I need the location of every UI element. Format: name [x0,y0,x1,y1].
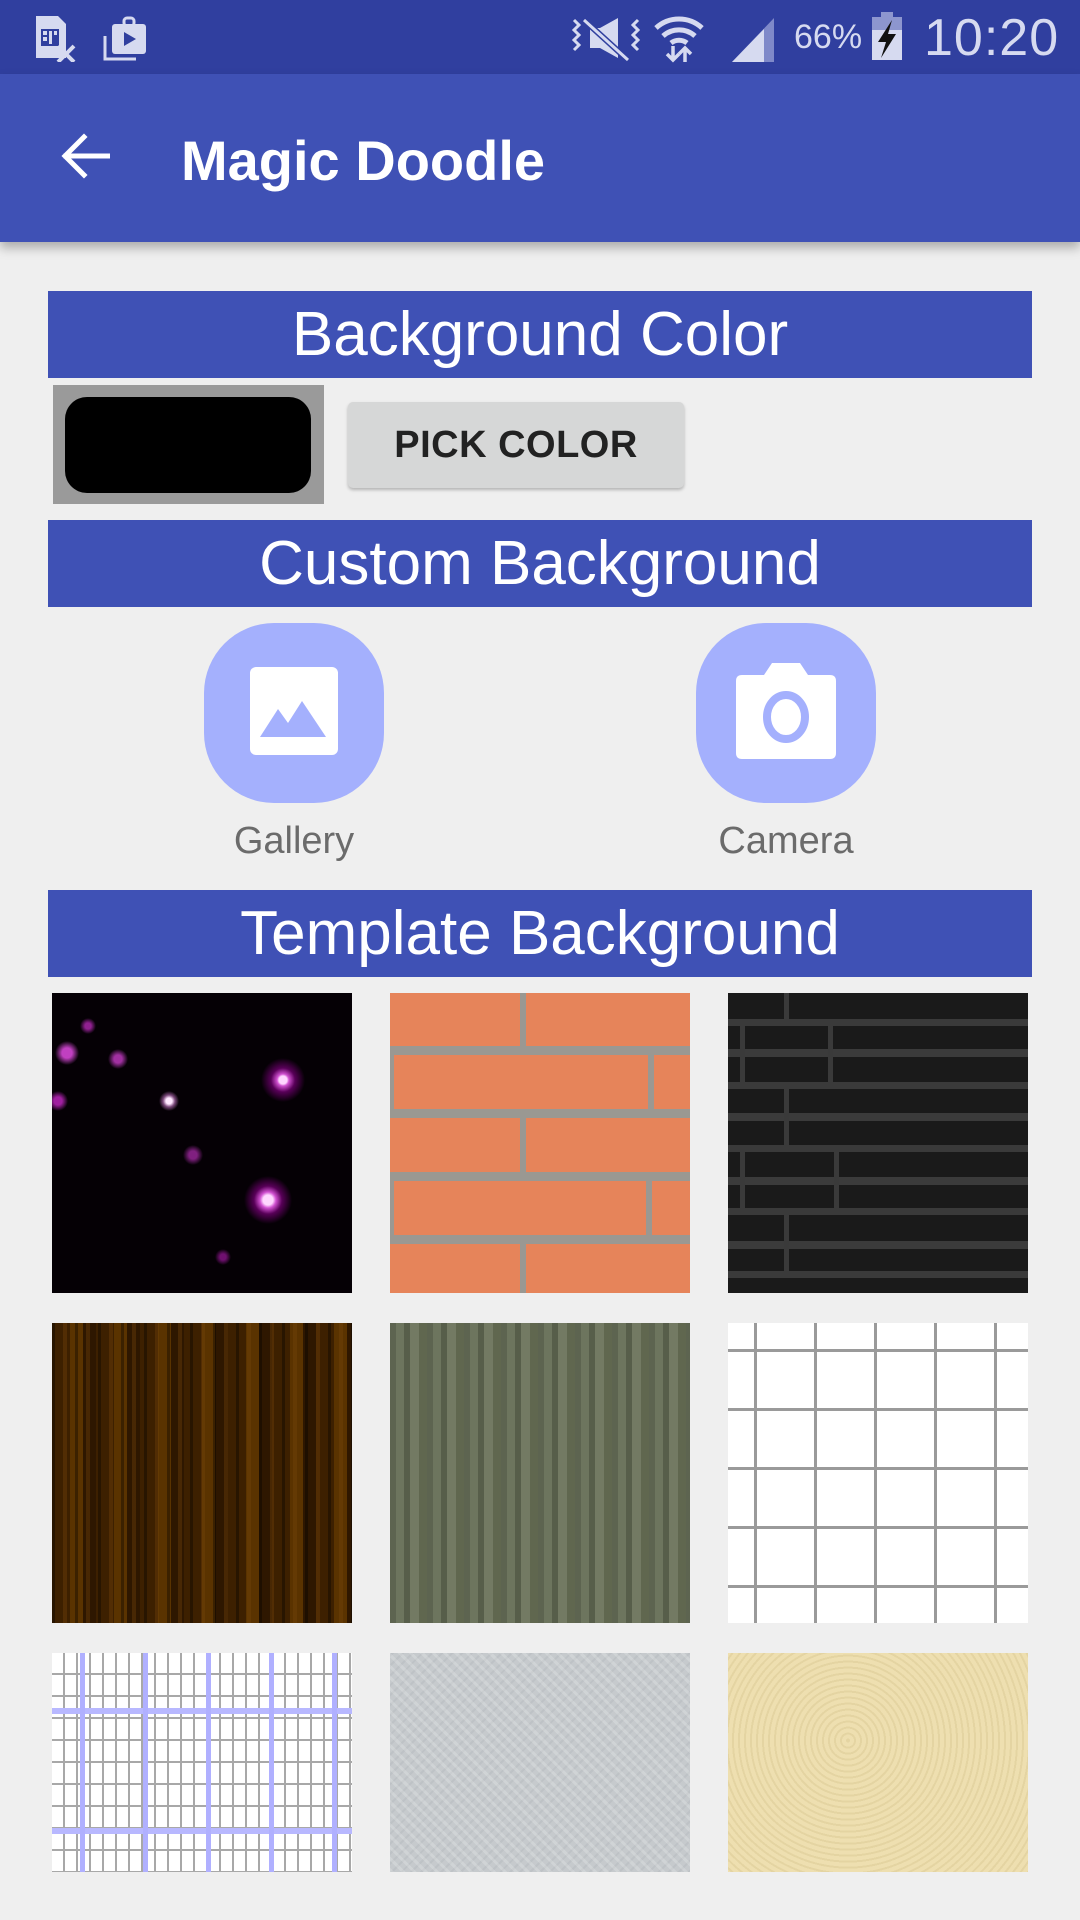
page-title: Magic Doodle [181,129,546,192]
pick-color-button[interactable]: PICK COLOR [348,402,684,488]
template-tile-grid-paper[interactable] [728,1323,1028,1623]
template-tile-purple-stars[interactable] [52,993,352,1293]
template-tile-graph-paper[interactable] [52,1653,352,1872]
cell-signal-icon [730,14,778,69]
template-tile-orange-brick[interactable] [390,993,690,1293]
no-sim-icon [34,14,78,67]
wifi-data-icon [652,14,706,69]
status-bar: 66% 10:20 [0,0,1080,74]
section-header-template-background: Template Background [48,890,1032,977]
app-bar: Magic Doodle [0,74,1080,242]
battery-charging-icon [870,12,904,67]
section-header-custom-background: Custom Background [48,520,1032,607]
play-store-update-icon [102,14,148,67]
image-icon [248,665,340,762]
camera-label: Camera [718,820,854,862]
gallery-button[interactable] [204,623,384,803]
clock: 10:20 [924,9,1060,67]
vibrate-mute-icon [570,14,642,67]
template-tile-gray-concrete[interactable] [390,1653,690,1872]
gallery-label: Gallery [233,820,355,862]
template-tile-green-stripes[interactable] [390,1323,690,1623]
section-header-background-color: Background Color [48,291,1032,378]
brick-pattern [390,993,690,1293]
black-brick-pattern [728,993,1028,1278]
battery-percent: 66% [794,18,863,56]
template-tile-sand-paper[interactable] [728,1653,1028,1872]
camera-icon [734,661,838,766]
color-swatch-preview[interactable] [53,385,324,504]
current-color-swatch [65,397,311,493]
arrow-back-icon [60,131,111,186]
back-button[interactable] [40,118,130,198]
camera-button[interactable] [696,623,876,803]
template-tile-black-brick[interactable] [728,993,1028,1293]
template-tile-dark-wood[interactable] [52,1323,352,1623]
